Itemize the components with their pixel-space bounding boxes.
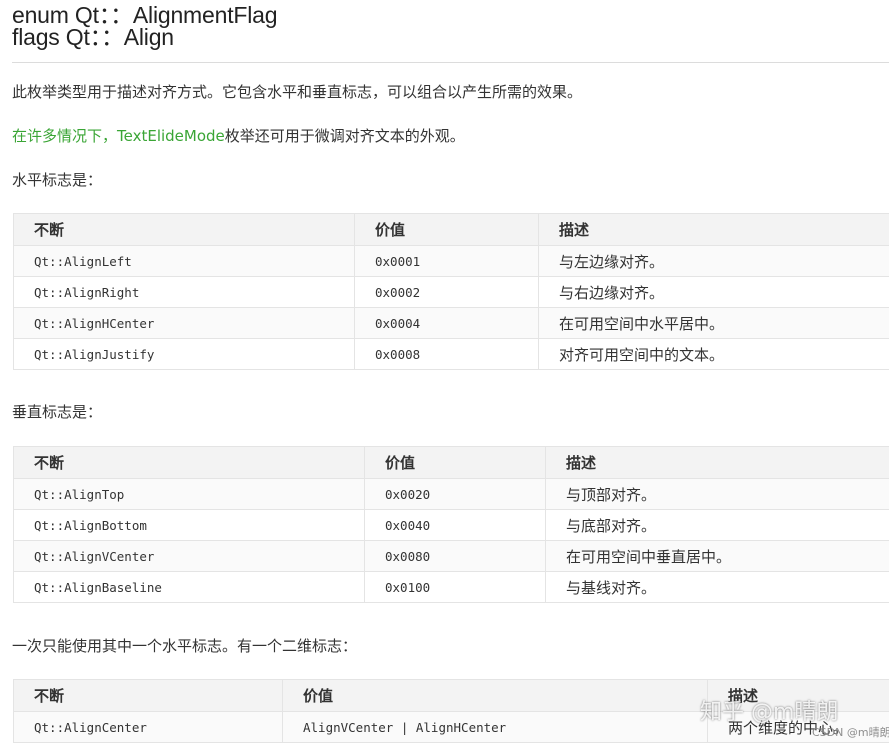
zhihu-watermark: 知乎 @m晴朗 bbox=[700, 700, 839, 725]
text-elide-mode-link[interactable]: TextElideMode bbox=[117, 127, 225, 145]
table-row: Qt::AlignTop 0x0020 与顶部对齐。 bbox=[13, 478, 889, 510]
header-constant: 不断 bbox=[13, 679, 283, 712]
value-cell: 0x0040 bbox=[364, 509, 546, 541]
constant-cell: Qt::AlignLeft bbox=[13, 245, 355, 277]
constant-cell: Qt::AlignTop bbox=[13, 478, 365, 510]
table-header-row: 不断 价值 描述 bbox=[13, 213, 889, 246]
header-value: 价值 bbox=[282, 679, 708, 712]
note-paragraph: 在许多情况下，TextElideMode枚举还可用于微调对齐文本的外观。 bbox=[12, 126, 465, 146]
note-suffix: 枚举还可用于微调对齐文本的外观。 bbox=[224, 127, 465, 145]
value-cell: 0x0008 bbox=[354, 338, 539, 370]
flags-title: flags Qt：：Align bbox=[12, 24, 174, 50]
value-cell: 0x0020 bbox=[364, 478, 546, 510]
constant-cell: Qt::AlignJustify bbox=[13, 338, 355, 370]
table-row: Qt::AlignBottom 0x0040 与底部对齐。 bbox=[13, 509, 889, 541]
header-value: 价值 bbox=[364, 446, 546, 479]
constant-cell: Qt::AlignHCenter bbox=[13, 307, 355, 339]
value-cell: 0x0100 bbox=[364, 571, 546, 603]
constant-cell: Qt::AlignCenter bbox=[13, 711, 283, 743]
description-cell: 对齐可用空间中的文本。 bbox=[538, 338, 889, 370]
note-prefix: 在许多情况下， bbox=[12, 127, 118, 145]
header-constant: 不断 bbox=[13, 446, 365, 479]
description-cell: 在可用空间中垂直居中。 bbox=[545, 540, 889, 572]
description-cell: 与右边缘对齐。 bbox=[538, 276, 889, 308]
constant-cell: Qt::AlignVCenter bbox=[13, 540, 365, 572]
constant-cell: Qt::AlignBaseline bbox=[13, 571, 365, 603]
intro-paragraph: 此枚举类型用于描述对齐方式。它包含水平和垂直标志，可以组合以产生所需的效果。 bbox=[12, 83, 583, 101]
header-value: 价值 bbox=[354, 213, 539, 246]
header-constant: 不断 bbox=[13, 213, 355, 246]
description-cell: 与基线对齐。 bbox=[545, 571, 889, 603]
value-cell: 0x0004 bbox=[354, 307, 539, 339]
value-cell: 0x0080 bbox=[364, 540, 546, 572]
table-row: Qt::AlignLeft 0x0001 与左边缘对齐。 bbox=[13, 245, 889, 277]
vertical-flags-table: 不断 价值 描述 Qt::AlignTop 0x0020 与顶部对齐。 Qt::… bbox=[13, 446, 889, 603]
value-cell: 0x0001 bbox=[354, 245, 539, 277]
header-divider bbox=[12, 62, 889, 63]
table-row: Qt::AlignVCenter 0x0080 在可用空间中垂直居中。 bbox=[13, 540, 889, 572]
table-row: Qt::AlignJustify 0x0008 对齐可用空间中的文本。 bbox=[13, 338, 889, 370]
description-cell: 与左边缘对齐。 bbox=[538, 245, 889, 277]
value-cell: AlignVCenter | AlignHCenter bbox=[282, 711, 708, 743]
horizontal-caption: 水平标志是： bbox=[12, 171, 103, 189]
vertical-caption: 垂直标志是： bbox=[12, 403, 103, 421]
table-row: Qt::AlignBaseline 0x0100 与基线对齐。 bbox=[13, 571, 889, 603]
value-cell: 0x0002 bbox=[354, 276, 539, 308]
table-row: Qt::AlignRight 0x0002 与右边缘对齐。 bbox=[13, 276, 889, 308]
constant-cell: Qt::AlignBottom bbox=[13, 509, 365, 541]
table-row: Qt::AlignHCenter 0x0004 在可用空间中水平居中。 bbox=[13, 307, 889, 339]
horizontal-flags-table: 不断 价值 描述 Qt::AlignLeft 0x0001 与左边缘对齐。 Qt… bbox=[13, 213, 889, 370]
csdn-watermark: CSDN @m晴朗 bbox=[812, 726, 889, 739]
constant-cell: Qt::AlignRight bbox=[13, 276, 355, 308]
header-description: 描述 bbox=[538, 213, 889, 246]
header-description: 描述 bbox=[545, 446, 889, 479]
description-cell: 与底部对齐。 bbox=[545, 509, 889, 541]
description-cell: 在可用空间中水平居中。 bbox=[538, 307, 889, 339]
description-cell: 与顶部对齐。 bbox=[545, 478, 889, 510]
two-d-caption: 一次只能使用其中一个水平标志。有一个二维标志： bbox=[12, 637, 358, 655]
table-header-row: 不断 价值 描述 bbox=[13, 446, 889, 479]
